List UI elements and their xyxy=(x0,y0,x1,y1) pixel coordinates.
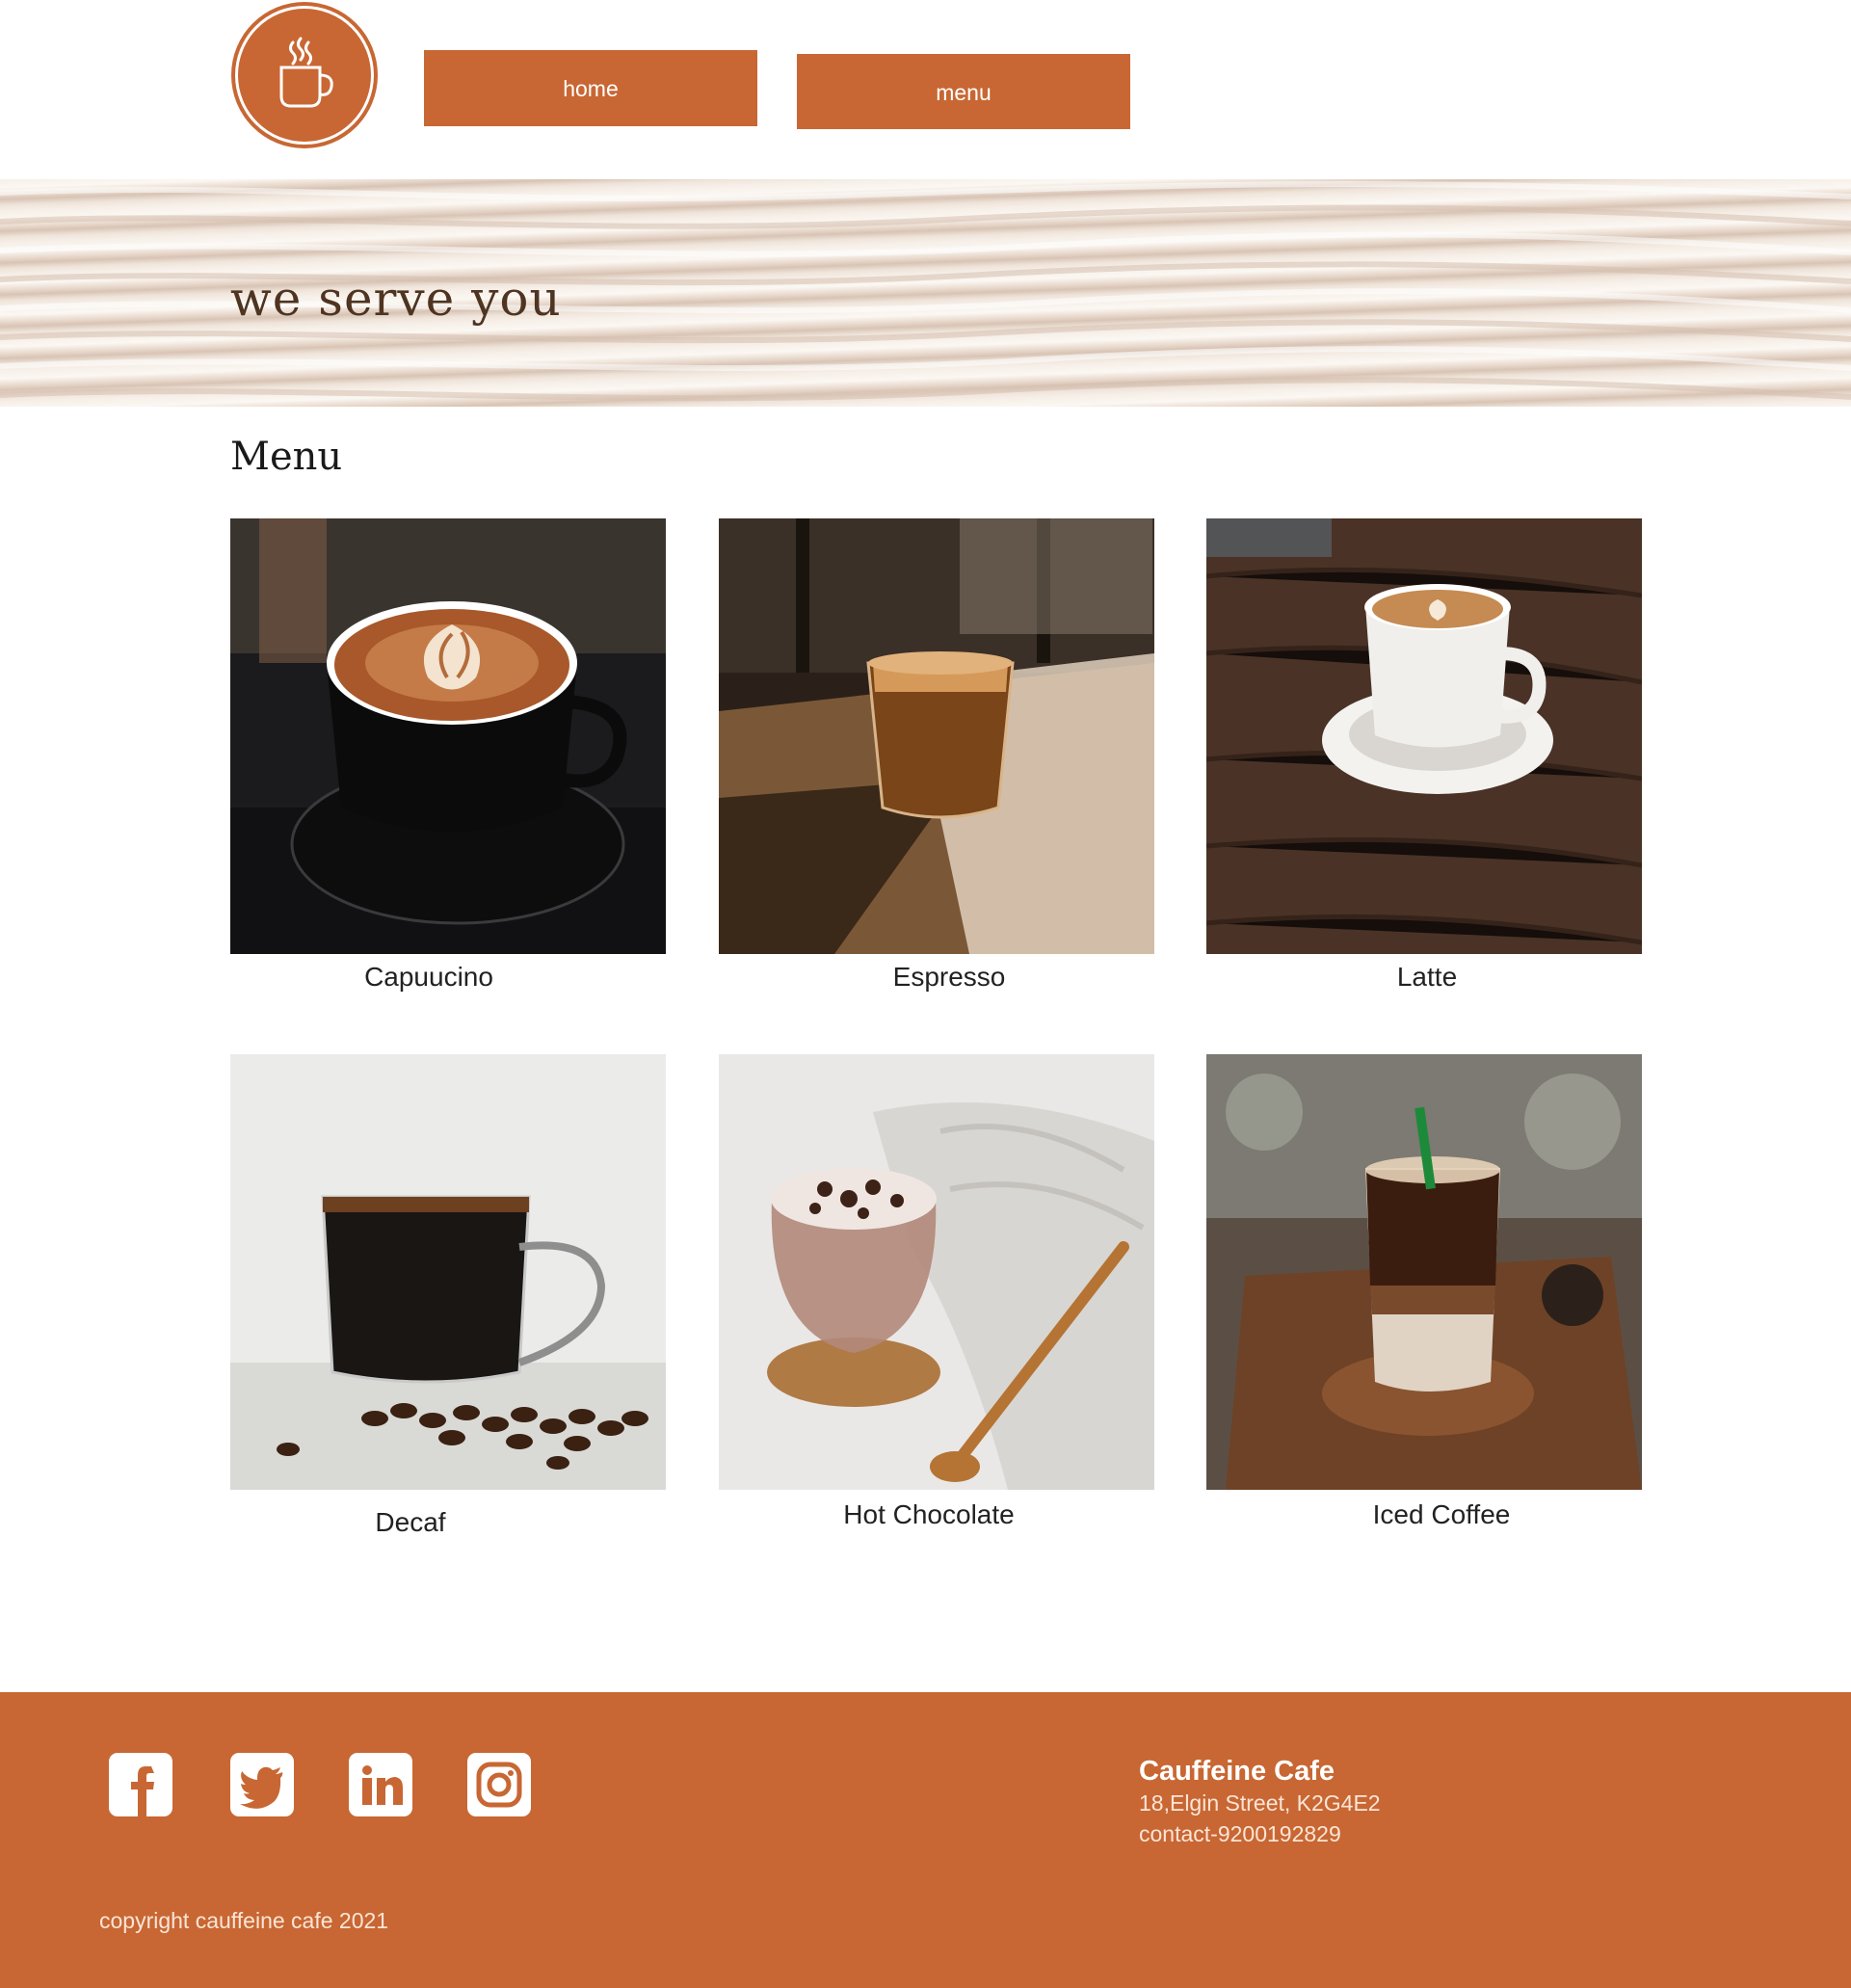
menu-item-latte[interactable] xyxy=(1206,518,1642,954)
menu-item-iced-coffee[interactable] xyxy=(1206,1054,1642,1490)
menu-item-label: Latte xyxy=(1396,962,1458,992)
menu-item-espresso[interactable] xyxy=(719,518,1154,954)
menu-item-decaf[interactable] xyxy=(230,1054,666,1490)
twitter-icon[interactable] xyxy=(230,1753,294,1816)
menu-item-label: Hot Chocolate xyxy=(843,1499,1015,1529)
instagram-icon[interactable] xyxy=(467,1753,531,1816)
espresso-photo[interactable] xyxy=(719,518,1154,954)
menu-item-label: Decaf xyxy=(375,1507,446,1537)
menu-heading: Menu xyxy=(230,435,343,479)
nav-menu-button[interactable]: menu xyxy=(797,54,1130,129)
cafe-name: Cauffeine Cafe xyxy=(1139,1756,1335,1787)
facebook-icon[interactable] xyxy=(109,1753,172,1816)
latte-photo[interactable] xyxy=(1206,518,1642,954)
coffee-cup-icon xyxy=(279,37,333,108)
iced-coffee-photo[interactable] xyxy=(1206,1054,1642,1490)
cafe-address: 18,Elgin Street, K2G4E2 xyxy=(1139,1790,1381,1816)
menu-item-capuucino[interactable] xyxy=(230,518,666,954)
copyright-text: copyright cauffeine cafe 2021 xyxy=(99,1908,389,1933)
cafe-contact: contact-9200192829 xyxy=(1139,1821,1341,1846)
nav-home-button[interactable]: home xyxy=(424,50,757,126)
cappuccino-photo[interactable] xyxy=(230,518,666,954)
menu-item-label: Espresso xyxy=(892,962,1006,992)
site-footer: Cauffeine Cafe 18,Elgin Street, K2G4E2 c… xyxy=(0,1692,1851,1988)
hot-chocolate-photo[interactable] xyxy=(719,1054,1154,1490)
menu-item-hot-chocolate[interactable] xyxy=(719,1054,1154,1490)
linkedin-icon[interactable] xyxy=(349,1753,412,1816)
menu-item-label: Capuucino xyxy=(364,962,493,992)
hero-title: we serve you xyxy=(230,271,562,327)
menu-item-label: Iced Coffee xyxy=(1372,1499,1511,1529)
decaf-photo[interactable] xyxy=(230,1054,666,1490)
hero-banner: we serve you xyxy=(0,179,1851,407)
cafe-logo[interactable] xyxy=(231,2,378,148)
